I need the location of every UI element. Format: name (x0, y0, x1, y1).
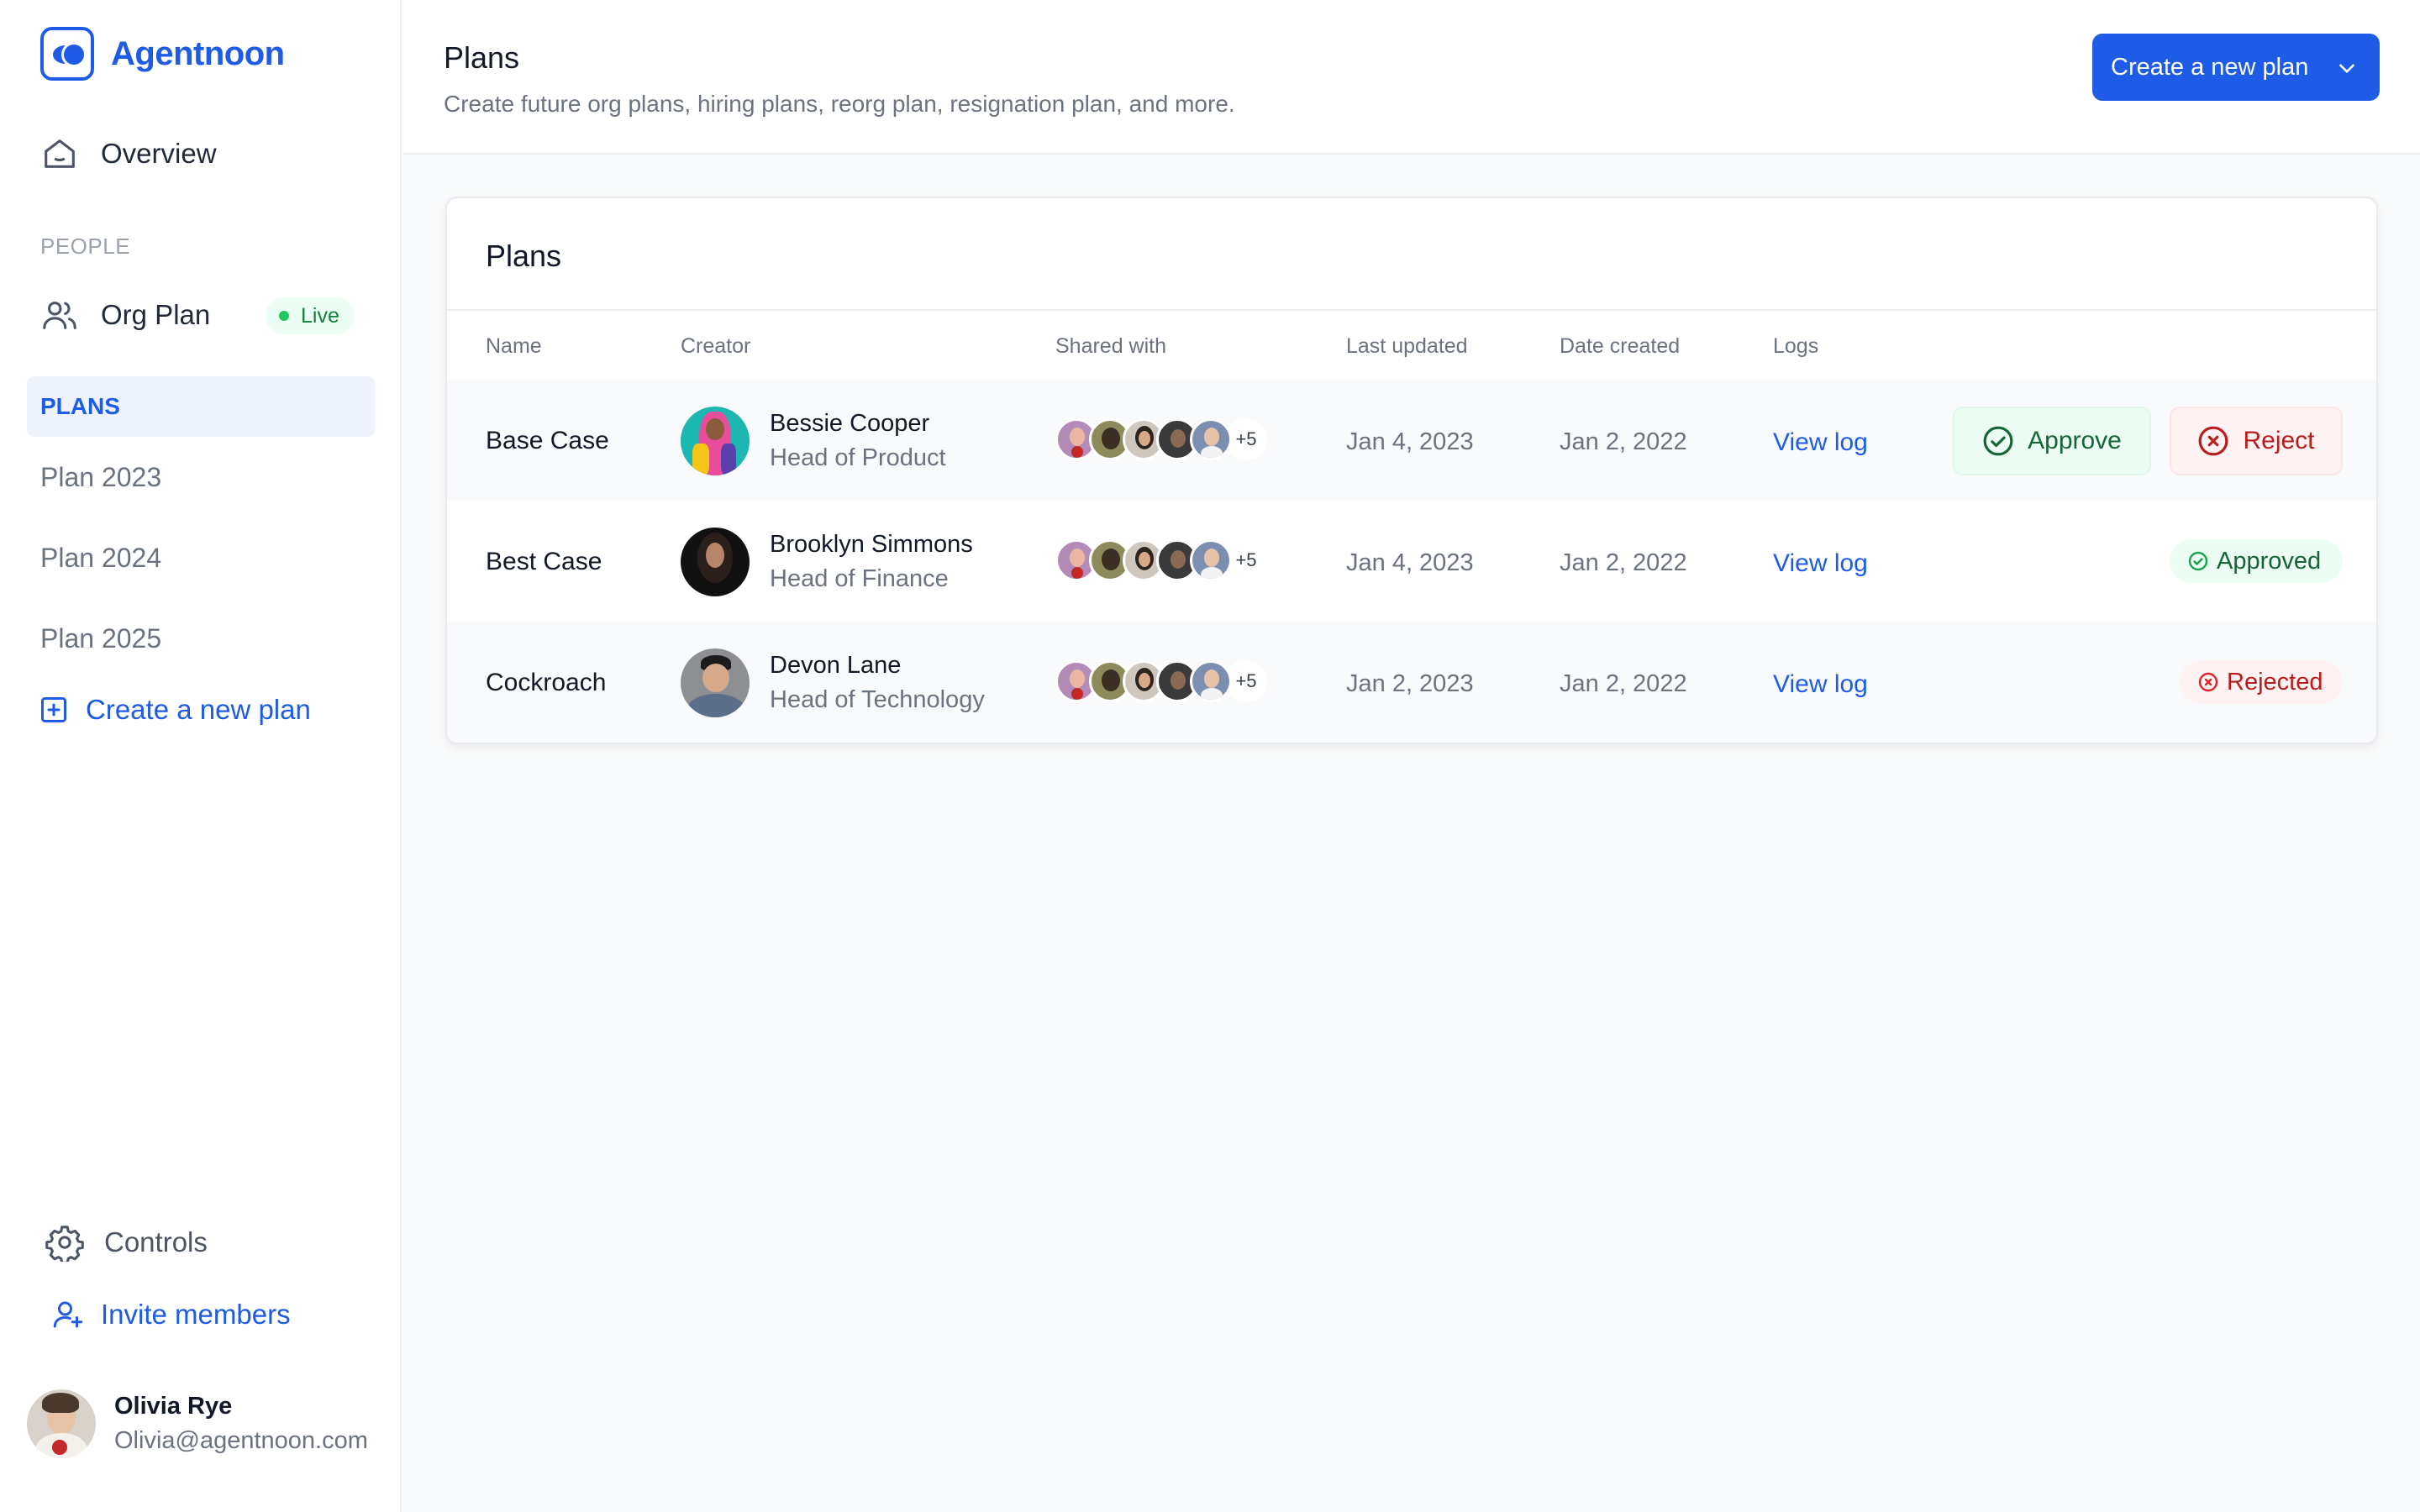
sidebar-item-controls[interactable]: Controls (45, 1223, 208, 1262)
avatar (1190, 660, 1232, 702)
sidebar: Agentnoon Overview PEOPLE Org Plan Live … (0, 0, 402, 1512)
creator: Devon Lane Head of Technology (681, 648, 985, 717)
app-name: Agentnoon (111, 34, 285, 72)
avatar (1190, 418, 1232, 460)
table-row[interactable]: Best Case Brooklyn Simmons Head of Finan… (447, 501, 2376, 622)
gear-icon (45, 1226, 84, 1262)
users-icon (43, 302, 76, 329)
page-header: Plans Create future org plans, hiring pl… (403, 0, 2420, 155)
x-circle-icon (2199, 426, 2228, 456)
user-name: Olivia Rye (114, 1393, 233, 1420)
view-log-link[interactable]: View log (1773, 428, 1868, 457)
divider (447, 309, 2376, 311)
plan-name: Base Case (486, 427, 609, 454)
logo-icon (40, 27, 94, 81)
creator: Bessie Cooper Head of Product (681, 407, 946, 475)
sidebar-item-plan-2025[interactable]: Plan 2025 (40, 623, 161, 654)
check-circle-icon (2188, 551, 2208, 571)
page-title: Plans (444, 40, 520, 75)
create-plan-label: Create a new plan (86, 694, 311, 725)
avatar (681, 407, 750, 475)
reject-button-label: Reject (2243, 427, 2315, 454)
user-profile[interactable]: Olivia Rye Olivia@agentnoon.com (27, 1389, 368, 1458)
status-badge-rejected: Rejected (2180, 660, 2343, 704)
shared-with-avatars[interactable]: +5 (1055, 418, 1267, 460)
create-plan-button-label: Create a new plan (2111, 53, 2309, 81)
column-header-date-created: Date created (1560, 334, 1681, 358)
user-email: Olivia@agentnoon.com (114, 1427, 368, 1454)
column-header-creator: Creator (681, 334, 751, 358)
sidebar-create-plan-link[interactable]: Create a new plan (39, 694, 311, 726)
status-badge-approved: Approved (2170, 539, 2343, 583)
last-updated: Jan 4, 2023 (1346, 549, 1474, 576)
sidebar-item-label: Controls (104, 1226, 208, 1257)
reject-button[interactable]: Reject (2170, 407, 2343, 475)
status-dot (279, 311, 289, 321)
plan-name: Best Case (486, 548, 602, 575)
creator: Brooklyn Simmons Head of Finance (681, 528, 973, 596)
section-heading-people: PEOPLE (40, 234, 131, 259)
creator-role: Head of Product (770, 444, 946, 471)
avatar (681, 648, 750, 717)
date-created: Jan 2, 2022 (1560, 428, 1687, 455)
date-created: Jan 2, 2022 (1560, 670, 1687, 697)
x-circle-icon (2198, 672, 2218, 692)
view-log-link[interactable]: View log (1773, 670, 1868, 699)
sidebar-item-org-plan[interactable]: Org Plan (40, 296, 210, 334)
date-created: Jan 2, 2022 (1560, 549, 1687, 576)
creator-name: Brooklyn Simmons (770, 531, 973, 558)
card-title: Plans (486, 239, 562, 273)
last-updated: Jan 2, 2023 (1346, 670, 1474, 697)
approve-button[interactable]: Approve (1953, 407, 2151, 475)
page-subtitle: Create future org plans, hiring plans, r… (444, 91, 1235, 117)
user-plus-icon (53, 1301, 83, 1328)
approve-button-label: Approve (2028, 427, 2122, 454)
avatar (27, 1389, 96, 1458)
column-header-name: Name (486, 334, 542, 358)
sidebar-item-label: Org Plan (101, 299, 211, 330)
app-logo[interactable]: Agentnoon (40, 27, 285, 81)
sidebar-item-plan-2024[interactable]: Plan 2024 (40, 543, 161, 574)
last-updated: Jan 4, 2023 (1346, 428, 1474, 455)
avatar (1190, 539, 1232, 581)
column-header-shared: Shared with (1055, 334, 1167, 358)
table-row[interactable]: Base Case Bessie Cooper Head of Product … (447, 380, 2376, 501)
home-icon (45, 139, 75, 168)
creator-name: Devon Lane (770, 652, 902, 679)
create-plan-button[interactable]: Create a new plan (2092, 34, 2380, 101)
creator-name: Bessie Cooper (770, 410, 930, 437)
plans-card: Plans Name Creator Shared with Last upda… (445, 197, 2378, 744)
avatar (681, 528, 750, 596)
view-log-link[interactable]: View log (1773, 549, 1868, 578)
chevron-down-icon[interactable] (2336, 57, 2358, 79)
live-badge: Live (266, 297, 355, 334)
plan-name: Cockroach (486, 669, 607, 696)
sidebar-invite-members[interactable]: Invite members (50, 1297, 291, 1332)
check-circle-icon (1983, 426, 2013, 456)
plus-square-icon (41, 697, 66, 722)
column-header-logs: Logs (1773, 334, 1819, 358)
sidebar-item-label: Overview (101, 138, 217, 169)
shared-with-avatars[interactable]: +5 (1055, 539, 1267, 581)
creator-role: Head of Finance (770, 565, 949, 592)
live-badge-label: Live (301, 303, 339, 328)
status-label: Approved (2217, 547, 2322, 575)
sidebar-item-plan-2023[interactable]: Plan 2023 (40, 462, 161, 493)
column-header-last-updated: Last updated (1346, 334, 1468, 358)
sidebar-item-plans[interactable]: PLANS (27, 376, 375, 437)
table-row[interactable]: Cockroach Devon Lane Head of Technology … (447, 622, 2376, 743)
sidebar-item-overview[interactable]: Overview (40, 134, 217, 173)
status-label: Rejected (2227, 668, 2323, 696)
sidebar-item-label: Invite members (101, 1299, 291, 1330)
creator-role: Head of Technology (770, 686, 985, 713)
shared-with-avatars[interactable]: +5 (1055, 660, 1267, 702)
